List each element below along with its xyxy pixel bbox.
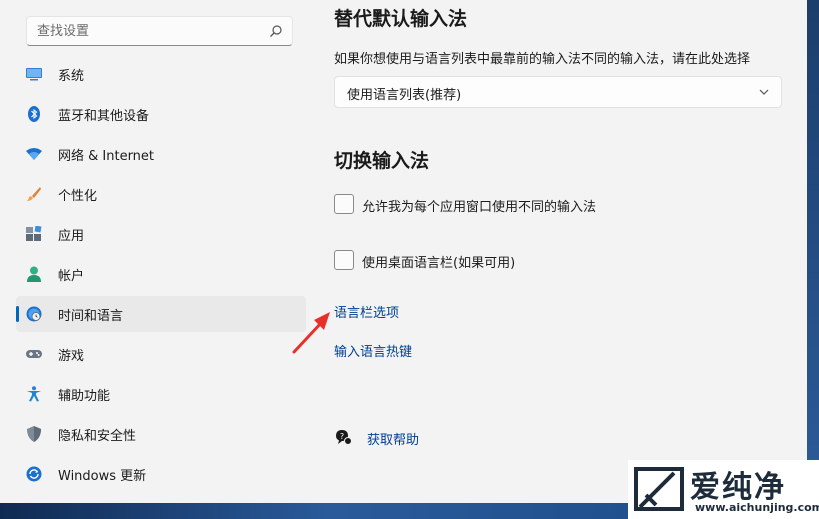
- accessibility-icon: [27, 386, 41, 402]
- search-input[interactable]: [37, 22, 267, 40]
- wifi-icon: [26, 148, 42, 160]
- sidebar-item-accessibility[interactable]: 辅助功能: [16, 376, 306, 412]
- sidebar-item-privacy[interactable]: 隐私和安全性: [16, 416, 306, 452]
- sidebar-nav: 系统 蓝牙和其他设备 网络 & Internet 个性化 应用 帐户 时间和语言…: [16, 56, 306, 496]
- globe-clock-icon: [26, 306, 42, 322]
- dropdown-value: 使用语言列表(推荐): [347, 88, 462, 103]
- sidebar-item-bluetooth[interactable]: 蓝牙和其他设备: [16, 96, 306, 132]
- sidebar-item-personalization[interactable]: 个性化: [16, 176, 306, 212]
- sidebar-item-label: 帐户: [58, 269, 85, 284]
- per-app-input-checkbox[interactable]: [334, 194, 354, 214]
- sidebar-item-label: 个性化: [58, 189, 98, 204]
- sidebar-item-label: 蓝牙和其他设备: [58, 109, 150, 124]
- get-help-link[interactable]: 获取帮助: [367, 429, 419, 448]
- help-icon: ?: [336, 430, 352, 445]
- annotation-arrow-icon: [292, 312, 330, 354]
- sidebar-item-network[interactable]: 网络 & Internet: [16, 136, 306, 172]
- sidebar-item-windows-update[interactable]: Windows 更新: [16, 456, 306, 492]
- sidebar-item-gaming[interactable]: 游戏: [16, 336, 306, 372]
- chevron-down-icon: [759, 89, 769, 95]
- sidebar-item-label: 时间和语言: [58, 309, 124, 324]
- checkbox-label: 允许我为每个应用窗口使用不同的输入法: [362, 200, 597, 215]
- sidebar-item-label: 游戏: [58, 349, 85, 364]
- settings-window: 系统 蓝牙和其他设备 网络 & Internet 个性化: [0, 0, 807, 503]
- brand-name: 爱纯净: [690, 470, 786, 505]
- brand-logo-icon: [634, 467, 684, 511]
- input-language-hotkeys-link[interactable]: 输入语言热键: [334, 341, 412, 360]
- sidebar-item-label: 网络 & Internet: [58, 149, 155, 164]
- bluetooth-icon: [28, 106, 40, 122]
- sidebar-item-label: 辅助功能: [58, 389, 111, 404]
- search-icon[interactable]: [269, 24, 283, 38]
- search-box[interactable]: [26, 16, 293, 46]
- shield-icon: [27, 426, 41, 442]
- section-title-switch-input: 切换输入法: [334, 150, 430, 172]
- brand-url: www.aichunjing.com: [695, 501, 819, 514]
- desktop-background: [807, 0, 819, 519]
- brush-icon: [27, 187, 41, 201]
- checkbox-label: 使用桌面语言栏(如果可用): [362, 256, 516, 271]
- sidebar-item-label: Windows 更新: [58, 469, 147, 484]
- sidebar-item-system[interactable]: 系统: [16, 56, 306, 92]
- section-title-default-input: 替代默认输入法: [334, 8, 468, 30]
- sidebar-item-label: 系统: [58, 69, 85, 84]
- monitor-icon: [26, 68, 42, 81]
- sidebar-item-label: 应用: [58, 229, 85, 244]
- section-description: 如果你想使用与语言列表中最靠前的输入法不同的输入法，请在此处选择: [334, 52, 751, 67]
- person-icon: [27, 266, 41, 282]
- update-icon: [26, 466, 42, 482]
- sidebar-item-apps[interactable]: 应用: [16, 216, 306, 252]
- svg-text:?: ?: [340, 432, 344, 441]
- active-indicator: [16, 306, 19, 322]
- sidebar-item-label: 隐私和安全性: [58, 429, 137, 444]
- input-method-dropdown[interactable]: 使用语言列表(推荐): [334, 76, 782, 108]
- language-bar-options-link[interactable]: 语言栏选项: [334, 302, 399, 321]
- desktop-language-bar-checkbox[interactable]: [334, 250, 354, 270]
- apps-icon: [26, 226, 42, 241]
- watermark: 爱纯净 www.aichunjing.com: [628, 460, 819, 519]
- gamepad-icon: [26, 350, 42, 358]
- sidebar-item-time-language[interactable]: 时间和语言: [16, 296, 306, 332]
- sidebar-item-accounts[interactable]: 帐户: [16, 256, 306, 292]
